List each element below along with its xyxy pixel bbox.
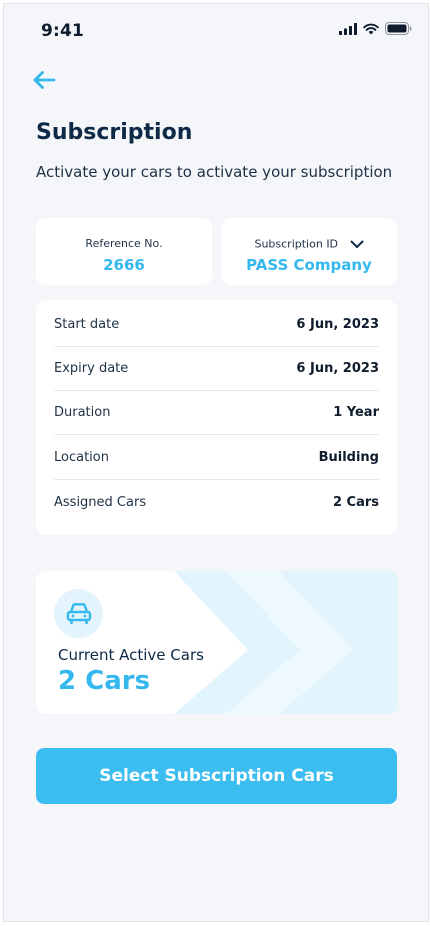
detail-label: Location <box>54 449 109 465</box>
active-cars-value: 2 Cars <box>58 666 151 696</box>
detail-row-location: Location Building <box>54 435 379 480</box>
back-arrow-icon <box>33 71 56 89</box>
active-cars-card: Current Active Cars 2 Cars <box>36 571 398 714</box>
page-subtitle: Activate your cars to activate your subs… <box>36 163 393 181</box>
subscription-id-value: PASS Company <box>246 256 372 274</box>
detail-row-duration: Duration 1 Year <box>54 390 379 435</box>
status-icons <box>339 22 412 35</box>
detail-value: 6 Jun, 2023 <box>296 360 379 376</box>
wifi-icon <box>363 23 379 34</box>
detail-value: 1 Year <box>333 404 379 420</box>
detail-value: 6 Jun, 2023 <box>296 316 379 332</box>
detail-label: Assigned Cars <box>54 494 147 510</box>
reference-value: 2666 <box>103 256 145 274</box>
detail-value: Building <box>318 449 379 465</box>
signal-icon <box>339 22 357 35</box>
car-icon <box>66 602 91 624</box>
select-subscription-cars-button[interactable]: Select Subscription Cars <box>36 748 397 804</box>
battery-icon <box>385 22 412 35</box>
detail-row-start-date: Start date 6 Jun, 2023 <box>54 302 379 347</box>
reference-label: Reference No. <box>85 237 163 250</box>
detail-row-expiry-date: Expiry date 6 Jun, 2023 <box>54 346 379 391</box>
reference-card: Reference No. 2666 <box>36 218 212 285</box>
subscription-id-dropdown[interactable]: Subscription ID PASS Company <box>221 218 397 285</box>
car-icon-badge <box>54 589 103 638</box>
detail-label: Duration <box>54 404 111 420</box>
detail-value: 2 Cars <box>332 494 379 510</box>
status-bar: 9:41 <box>4 4 428 56</box>
subscription-details-card: Start date 6 Jun, 2023 Expiry date 6 Jun… <box>36 300 397 535</box>
detail-row-assigned-cars: Assigned Cars 2 Cars <box>54 480 379 524</box>
subscription-id-header: Subscription ID <box>221 237 397 251</box>
back-button[interactable] <box>26 62 62 98</box>
active-cars-label: Current Active Cars <box>58 646 204 664</box>
detail-label: Start date <box>54 316 120 332</box>
detail-label: Expiry date <box>54 360 129 376</box>
chevron-down-icon <box>350 240 364 248</box>
screen: 9:41 Subscription Activate your cars to … <box>3 3 429 922</box>
page-title: Subscription <box>36 120 193 145</box>
subscription-id-label: Subscription ID <box>254 237 339 251</box>
status-time: 9:41 <box>41 21 85 41</box>
